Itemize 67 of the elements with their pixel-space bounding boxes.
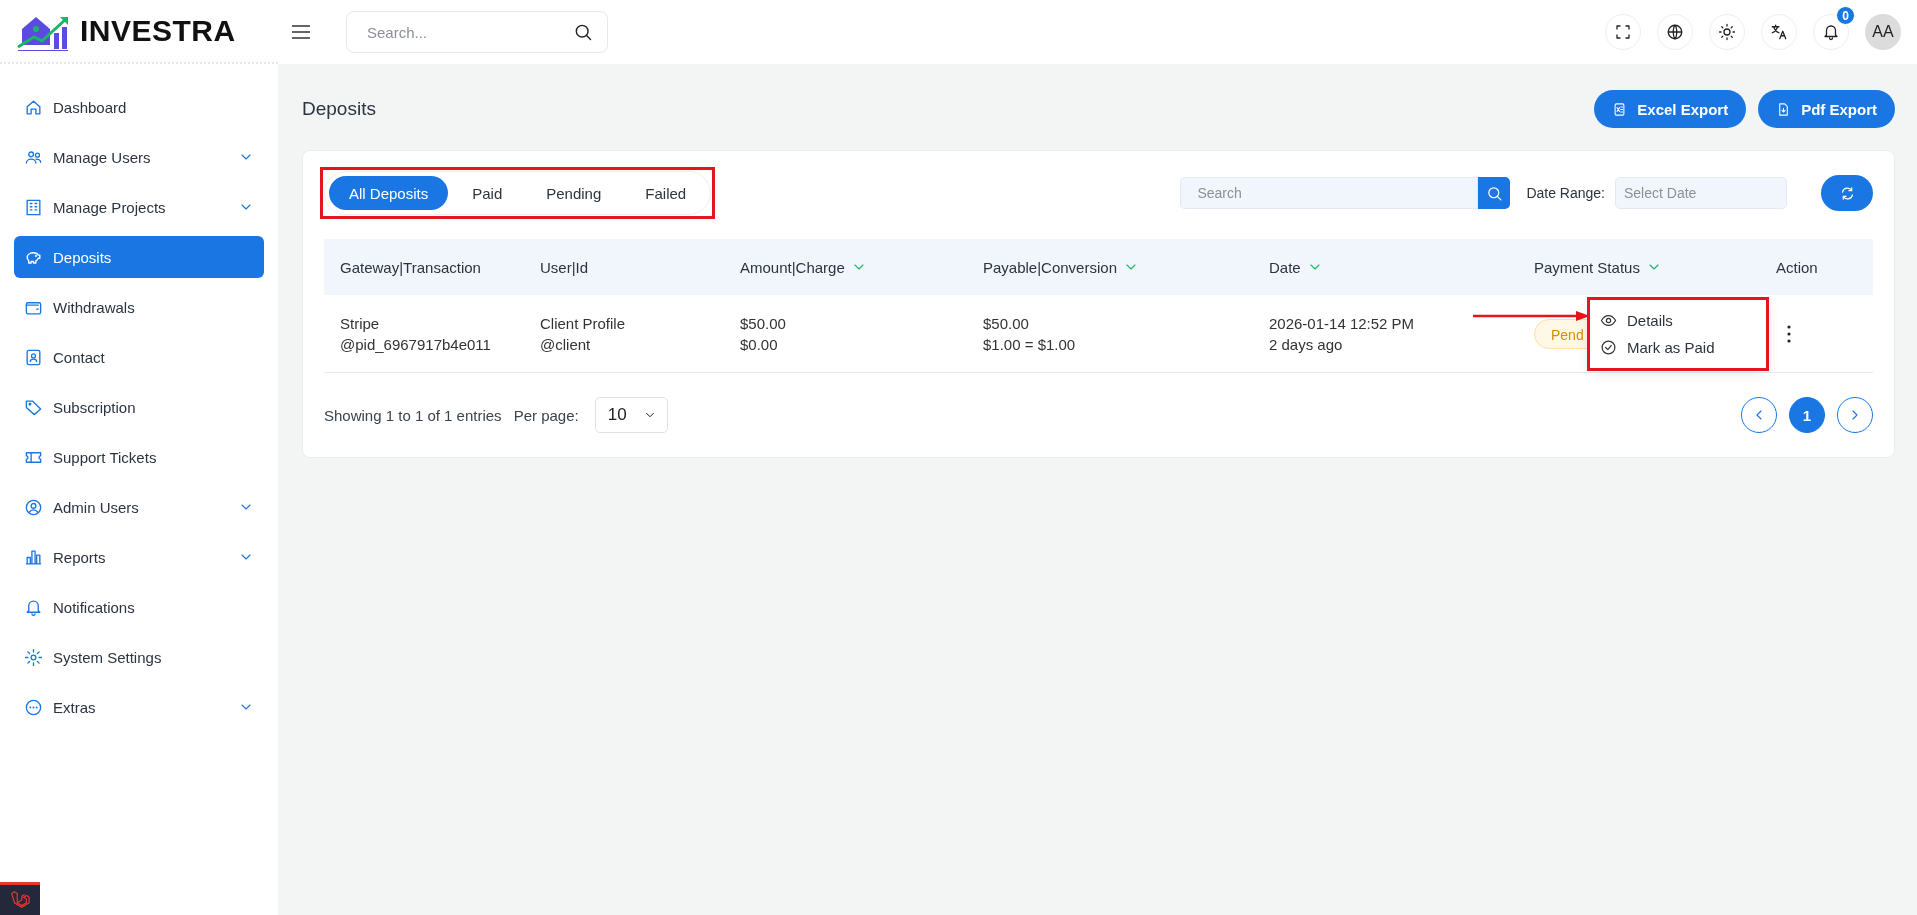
sidebar-item[interactable]: Deposits bbox=[14, 236, 264, 278]
search-icon bbox=[1485, 184, 1503, 202]
per-page-label: Per page: bbox=[513, 406, 579, 424]
user-circle-icon bbox=[24, 497, 43, 517]
table-cell-text: $50.00 $0.00 bbox=[739, 313, 787, 355]
filter-tab[interactable]: Pending bbox=[526, 176, 622, 210]
translate-icon bbox=[1770, 23, 1788, 41]
date-range-label: Date Range: bbox=[1526, 185, 1605, 201]
globe-icon bbox=[1666, 23, 1684, 41]
table-cell-text: 2026-01-14 12:52 PM 2 days ago bbox=[1268, 313, 1416, 355]
contact-card-icon bbox=[24, 347, 43, 367]
sidebar-item[interactable]: System Settings bbox=[14, 636, 264, 678]
export-button[interactable]: Excel Export bbox=[1594, 90, 1747, 128]
sidebar-item[interactable]: Extras bbox=[14, 686, 264, 728]
bell-icon bbox=[24, 597, 43, 617]
refresh-button[interactable] bbox=[1821, 175, 1873, 211]
sidebar-item[interactable]: Admin Users bbox=[14, 486, 264, 528]
sidebar-item[interactable]: Manage Users bbox=[14, 136, 264, 178]
avatar[interactable]: AA bbox=[1865, 14, 1901, 50]
sun-icon bbox=[1718, 23, 1736, 41]
sidebar-item[interactable]: Contact bbox=[14, 336, 264, 378]
per-page-select[interactable]: 10 bbox=[594, 397, 668, 433]
spreadsheet-icon bbox=[1612, 101, 1628, 117]
column-header: Action bbox=[1776, 258, 1818, 276]
table-cell-text: Stripe @pid_6967917b4e011 bbox=[339, 313, 492, 355]
search-button[interactable] bbox=[1478, 177, 1511, 209]
sidebar-item[interactable]: Notifications bbox=[14, 586, 264, 628]
sidebar-item[interactable]: Withdrawals bbox=[14, 286, 264, 328]
sidebar-item[interactable]: Manage Projects bbox=[14, 186, 264, 228]
page-title: Deposits bbox=[302, 98, 376, 120]
header-icon-button[interactable] bbox=[1761, 14, 1797, 50]
filter-tab[interactable]: Failed bbox=[625, 176, 707, 210]
home-icon bbox=[24, 97, 43, 117]
eye-icon bbox=[1600, 312, 1617, 329]
column-header: Gateway|Transaction bbox=[340, 258, 481, 276]
sidebar-item[interactable]: Support Tickets bbox=[14, 436, 264, 478]
page-button[interactable]: 1 bbox=[1789, 397, 1825, 433]
column-header: Date bbox=[1269, 258, 1301, 276]
notification-count: 0 bbox=[1836, 6, 1855, 25]
previous-page-button[interactable] bbox=[1741, 397, 1777, 433]
more-circle-icon bbox=[24, 697, 43, 717]
tag-icon bbox=[24, 397, 43, 417]
settings-icon bbox=[24, 647, 43, 667]
sidebar-item[interactable]: Subscription bbox=[14, 386, 264, 428]
column-header: Payable|Conversion bbox=[983, 258, 1117, 276]
fullscreen-icon bbox=[1614, 23, 1632, 41]
header-icon-button[interactable] bbox=[1657, 14, 1693, 50]
header-icon-button[interactable] bbox=[1709, 14, 1745, 50]
column-header: Payment Status bbox=[1534, 258, 1640, 276]
entries-summary: Showing 1 to 1 of 1 entries bbox=[324, 406, 502, 424]
search-icon bbox=[573, 22, 593, 42]
check-circle-icon bbox=[1600, 339, 1617, 356]
filter-tab[interactable]: Paid bbox=[452, 176, 523, 210]
table-cell-text: Client Profile @client bbox=[539, 313, 627, 355]
bar-chart-icon bbox=[24, 547, 43, 567]
table-cell-text: $50.00 $1.00 = $1.00 bbox=[982, 313, 1077, 355]
column-header: Amount|Charge bbox=[740, 258, 845, 276]
sidebar-item[interactable]: Reports bbox=[14, 536, 264, 578]
logo-text: INVESTRA bbox=[80, 14, 236, 48]
sidebar-item[interactable]: Dashboard bbox=[14, 86, 264, 128]
column-header: User|Id bbox=[540, 258, 589, 276]
bell-icon bbox=[1822, 23, 1840, 41]
filter-tab[interactable]: All Deposits bbox=[329, 176, 449, 210]
cube-icon[interactable] bbox=[0, 882, 40, 915]
next-page-button[interactable] bbox=[1837, 397, 1873, 433]
building-icon bbox=[24, 197, 43, 217]
export-button[interactable]: Pdf Export bbox=[1758, 90, 1895, 128]
